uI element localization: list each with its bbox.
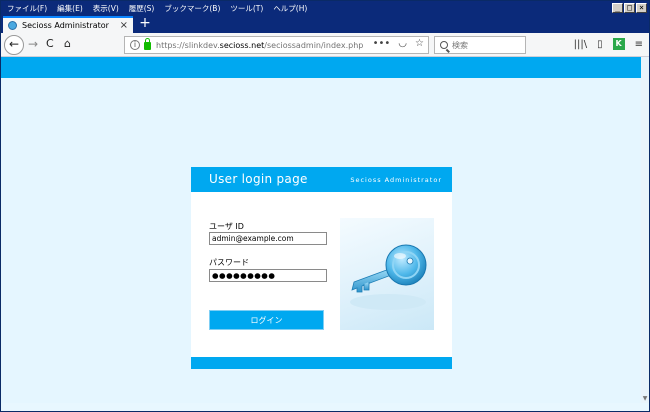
- back-button[interactable]: ←: [4, 35, 24, 55]
- new-tab-button[interactable]: +: [138, 16, 152, 31]
- vertical-scrollbar[interactable]: ▼: [641, 57, 649, 403]
- login-card-header: User login page Secioss Administrator: [191, 167, 452, 192]
- page-header-bar: [1, 57, 641, 78]
- key-image: [340, 218, 434, 330]
- menu-file[interactable]: ファイル(F): [1, 3, 52, 14]
- search-box[interactable]: [434, 36, 526, 54]
- globe-icon: [8, 21, 17, 30]
- menu-help[interactable]: ヘルプ(H): [268, 3, 312, 14]
- tab-strip: Secioss Administrator × +: [1, 15, 649, 33]
- tab-secioss-administrator[interactable]: Secioss Administrator ×: [3, 16, 133, 33]
- toolbar-right: |||\ ▯ K ≡: [574, 38, 643, 50]
- reload-button[interactable]: C: [46, 37, 54, 50]
- close-window-button[interactable]: ×: [636, 3, 647, 13]
- login-card-footer: [191, 357, 452, 369]
- address-bar[interactable]: i https://slinkdev.secioss.net/seciossad…: [124, 36, 429, 54]
- scroll-down-icon[interactable]: ▼: [641, 395, 649, 403]
- key-icon: [350, 244, 427, 310]
- info-icon[interactable]: i: [130, 40, 140, 50]
- sidebar-icon[interactable]: ▯: [597, 39, 603, 50]
- menu-view[interactable]: 表示(V): [88, 3, 124, 14]
- page-actions-icon[interactable]: •••: [373, 38, 391, 49]
- nav-toolbar: ← → C ⌂ i https://slinkdev.secioss.net/s…: [1, 33, 649, 57]
- search-icon: [440, 41, 448, 49]
- user-id-input[interactable]: [209, 232, 327, 245]
- search-input[interactable]: [452, 40, 522, 50]
- brand-name: Secioss Administrator: [350, 176, 442, 184]
- hamburger-menu-icon[interactable]: ≡: [635, 39, 643, 50]
- page-content: User login page Secioss Administrator ユー…: [1, 57, 641, 403]
- window-controls: _ □ ×: [612, 3, 647, 13]
- password-label: パスワード: [209, 258, 249, 267]
- forward-button[interactable]: →: [28, 37, 38, 51]
- browser-window: ファイル(F) 編集(E) 表示(V) 履歴(S) ブックマーク(B) ツール(…: [0, 0, 650, 412]
- maximize-button[interactable]: □: [624, 3, 635, 13]
- menu-tools[interactable]: ツール(T): [225, 3, 268, 14]
- password-input[interactable]: [209, 269, 327, 282]
- url-domain: secioss.net: [219, 40, 265, 50]
- bookmark-star-icon[interactable]: ☆: [415, 38, 424, 49]
- home-button[interactable]: ⌂: [64, 37, 71, 50]
- pocket-icon[interactable]: ◡: [398, 38, 407, 49]
- login-card: User login page Secioss Administrator ユー…: [191, 167, 452, 369]
- close-icon[interactable]: ×: [120, 20, 128, 31]
- library-icon[interactable]: |||\: [574, 39, 587, 50]
- menu-history[interactable]: 履歴(S): [124, 3, 160, 14]
- menu-bar: ファイル(F) 編集(E) 表示(V) 履歴(S) ブックマーク(B) ツール(…: [1, 1, 649, 15]
- menu-edit[interactable]: 編集(E): [52, 3, 88, 14]
- url-path: /seciossadmin/index.php: [264, 40, 364, 50]
- url-text[interactable]: https://slinkdev.secioss.net/seciossadmi…: [156, 41, 363, 50]
- login-button[interactable]: ログイン: [209, 310, 324, 330]
- lock-icon[interactable]: [144, 38, 151, 50]
- url-actions: ••• ◡ ☆: [373, 38, 424, 49]
- extension-icon[interactable]: K: [612, 38, 625, 50]
- minimize-button[interactable]: _: [612, 3, 623, 13]
- login-title: User login page: [209, 172, 308, 186]
- menu-bookmarks[interactable]: ブックマーク(B): [159, 3, 225, 14]
- user-id-label: ユーザ ID: [209, 222, 244, 231]
- tab-title: Secioss Administrator: [22, 21, 109, 30]
- url-prefix: https://slinkdev.: [156, 40, 220, 50]
